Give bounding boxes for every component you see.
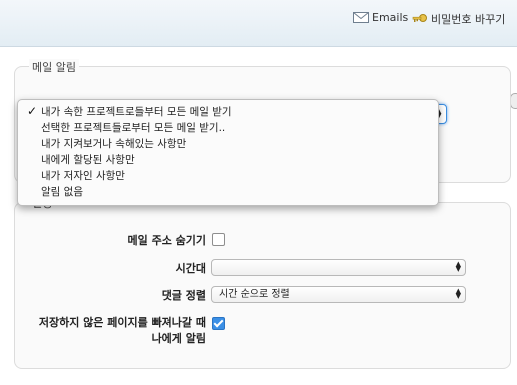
mail-notification-dropdown-menu: ✓ 내가 속한 프로젝트로들부터 모든 메일 받기 선택한 프로젝트들로부터 모… [17, 99, 439, 206]
change-password-link[interactable]: 비밀번호 바꾸기 [412, 11, 505, 27]
dropdown-option[interactable]: 내에게 할당된 사항만 [41, 152, 135, 167]
selected-check-icon: ✓ [27, 104, 38, 118]
emails-label: Emails [372, 11, 409, 24]
comment-order-select[interactable]: 시간 순으로 정렬 ▲ ▼ [211, 286, 466, 303]
side-edge-icon [510, 93, 517, 109]
timezone-label: 시간대 [175, 262, 206, 275]
dropdown-option[interactable]: 선택한 프로젝트들로부터 모든 메일 받기.. [41, 120, 225, 135]
hide-email-checkbox[interactable] [212, 233, 225, 246]
hide-email-label: 메일 주소 숨기기 [127, 234, 207, 247]
dropdown-option[interactable]: 내가 저자인 사항만 [41, 168, 125, 183]
mail-notification-legend: 메일 알림 [29, 59, 79, 75]
top-header-bar: Emails 비밀번호 바꾸기 [0, 0, 517, 47]
select-arrows-icon: ▲▼ [455, 260, 461, 273]
warn-leave-label-line1: 저장하지 않은 페이지를 빠져나갈 때 [38, 316, 206, 329]
envelope-icon [353, 12, 369, 23]
dropdown-option[interactable]: 내가 지켜보거나 속해있는 사항만 [41, 136, 186, 151]
comment-order-label: 댓글 정렬 [161, 289, 206, 302]
comment-order-value: 시간 순으로 정렬 [219, 289, 290, 300]
select-arrows-icon: ▲▼ [455, 287, 461, 300]
warn-leave-checkbox[interactable] [212, 317, 225, 330]
change-password-label: 비밀번호 바꾸기 [431, 13, 506, 26]
warn-leave-label: 저장하지 않은 페이지를 빠져나갈 때 나에게 알림 [10, 315, 206, 347]
dropdown-option[interactable]: 내가 속한 프로젝트로들부터 모든 메일 받기 [41, 104, 232, 119]
timezone-select[interactable]: ▲ ▼ [211, 259, 466, 276]
warn-leave-label-line2: 나에게 알림 [151, 332, 206, 345]
emails-link[interactable]: Emails [353, 11, 408, 24]
key-icon [412, 13, 427, 22]
dropdown-option[interactable]: 알림 없음 [41, 184, 83, 199]
